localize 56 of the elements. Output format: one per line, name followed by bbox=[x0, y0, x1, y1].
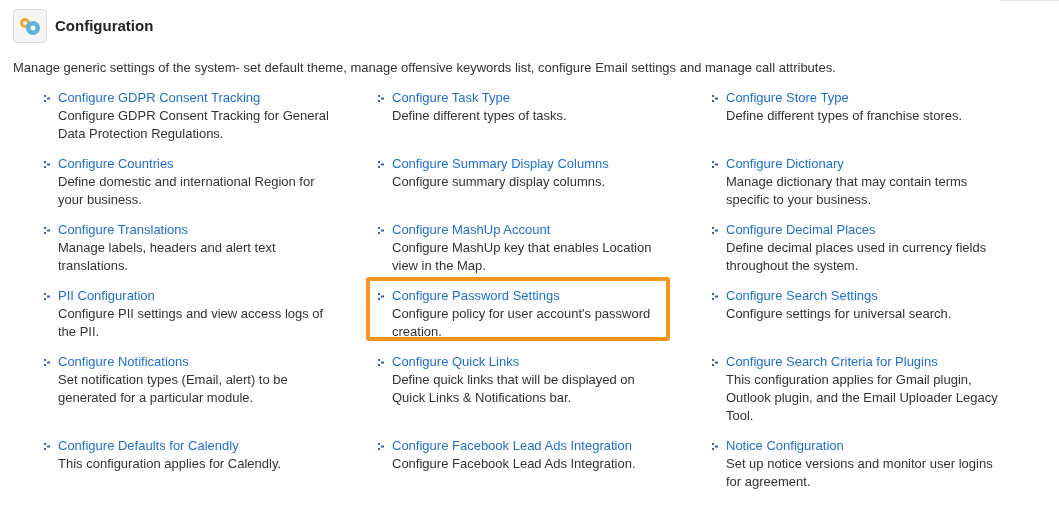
config-description: This configuration applies for Gmail plugin, Outlook plugin, and the Email Uploader Legacy Tool. bbox=[726, 371, 998, 425]
config-link[interactable]: Configure Facebook Lead Ads Integration bbox=[392, 437, 664, 455]
page-title: Configuration bbox=[55, 15, 154, 36]
bullet-icon bbox=[378, 443, 384, 450]
config-description: This configuration applies for Calendly. bbox=[58, 455, 283, 473]
config-description: Define different types of tasks. bbox=[392, 107, 568, 125]
config-link[interactable]: PII Configuration bbox=[58, 287, 330, 305]
bullet-icon bbox=[44, 293, 50, 300]
config-link[interactable]: Configure GDPR Consent Tracking bbox=[58, 89, 330, 107]
bullet-icon bbox=[712, 95, 718, 102]
config-link[interactable]: Notice Configuration bbox=[726, 437, 998, 455]
bullet-icon bbox=[712, 293, 718, 300]
config-link[interactable]: Configure Notifications bbox=[58, 353, 330, 371]
config-link[interactable]: Configure Quick Links bbox=[392, 353, 664, 371]
bullet-icon bbox=[378, 161, 384, 168]
config-description: Configure policy for user account's password creation. bbox=[392, 305, 652, 341]
config-link[interactable]: Configure Summary Display Columns bbox=[392, 155, 664, 173]
bullet-icon bbox=[44, 227, 50, 234]
config-description: Configure PII settings and view access logs of the PII. bbox=[58, 305, 325, 341]
bullet-icon bbox=[44, 443, 50, 450]
config-link[interactable]: Configure MashUp Account bbox=[392, 221, 664, 239]
config-link[interactable]: Configure Task Type bbox=[392, 89, 664, 107]
config-link[interactable]: Configure Password Settings bbox=[392, 287, 664, 305]
config-description: Configure summary display columns. bbox=[392, 173, 607, 191]
bullet-icon bbox=[378, 359, 384, 366]
config-link[interactable]: Configure Store Type bbox=[726, 89, 998, 107]
bullet-icon bbox=[712, 359, 718, 366]
page-description: Manage generic settings of the system- set default theme, manage offensive keywords list, configure Email settings and manage call attributes. bbox=[12, 59, 837, 77]
bullet-icon bbox=[44, 161, 50, 168]
config-link[interactable]: Configure Search Settings bbox=[726, 287, 998, 305]
config-link[interactable]: Configure Defaults for Calendly bbox=[58, 437, 330, 455]
config-description: Configure settings for universal search. bbox=[726, 305, 953, 323]
config-link[interactable]: Configure Search Criteria for Plugins bbox=[726, 353, 998, 371]
config-link[interactable]: Configure Dictionary bbox=[726, 155, 998, 173]
config-description: Set up notice versions and monitor user logins for agreement. bbox=[726, 455, 994, 491]
config-link[interactable]: Configure Decimal Places bbox=[726, 221, 998, 239]
config-description: Configure GDPR Consent Tracking for General Data Protection Regulations. bbox=[58, 107, 330, 143]
config-description: Manage dictionary that may contain terms specific to your business. bbox=[726, 173, 969, 209]
config-description: Configure MashUp key that enables Location view in the Map. bbox=[392, 239, 653, 275]
config-description: Manage labels, headers and alert text translations. bbox=[58, 239, 277, 275]
config-link[interactable]: Configure Translations bbox=[58, 221, 330, 239]
bullet-icon bbox=[44, 359, 50, 366]
bullet-icon bbox=[712, 443, 718, 450]
bullet-icon bbox=[712, 161, 718, 168]
config-description: Define different types of franchise stores. bbox=[726, 107, 964, 125]
config-description: Set notification types (Email, alert) to be generated for a particular module. bbox=[58, 371, 289, 407]
config-description: Configure Facebook Lead Ads Integration. bbox=[392, 455, 637, 473]
bullet-icon bbox=[712, 227, 718, 234]
bullet-icon bbox=[378, 227, 384, 234]
config-link[interactable]: Configure Countries bbox=[58, 155, 330, 173]
bullet-icon bbox=[44, 95, 50, 102]
config-description: Define quick links that will be displayed on Quick Links & Notifications bar. bbox=[392, 371, 636, 407]
config-description: Define domestic and international Region for your business. bbox=[58, 173, 316, 209]
bullet-icon bbox=[378, 95, 384, 102]
bullet-icon bbox=[378, 293, 384, 300]
config-description: Define decimal places used in currency fields throughout the system. bbox=[726, 239, 988, 275]
